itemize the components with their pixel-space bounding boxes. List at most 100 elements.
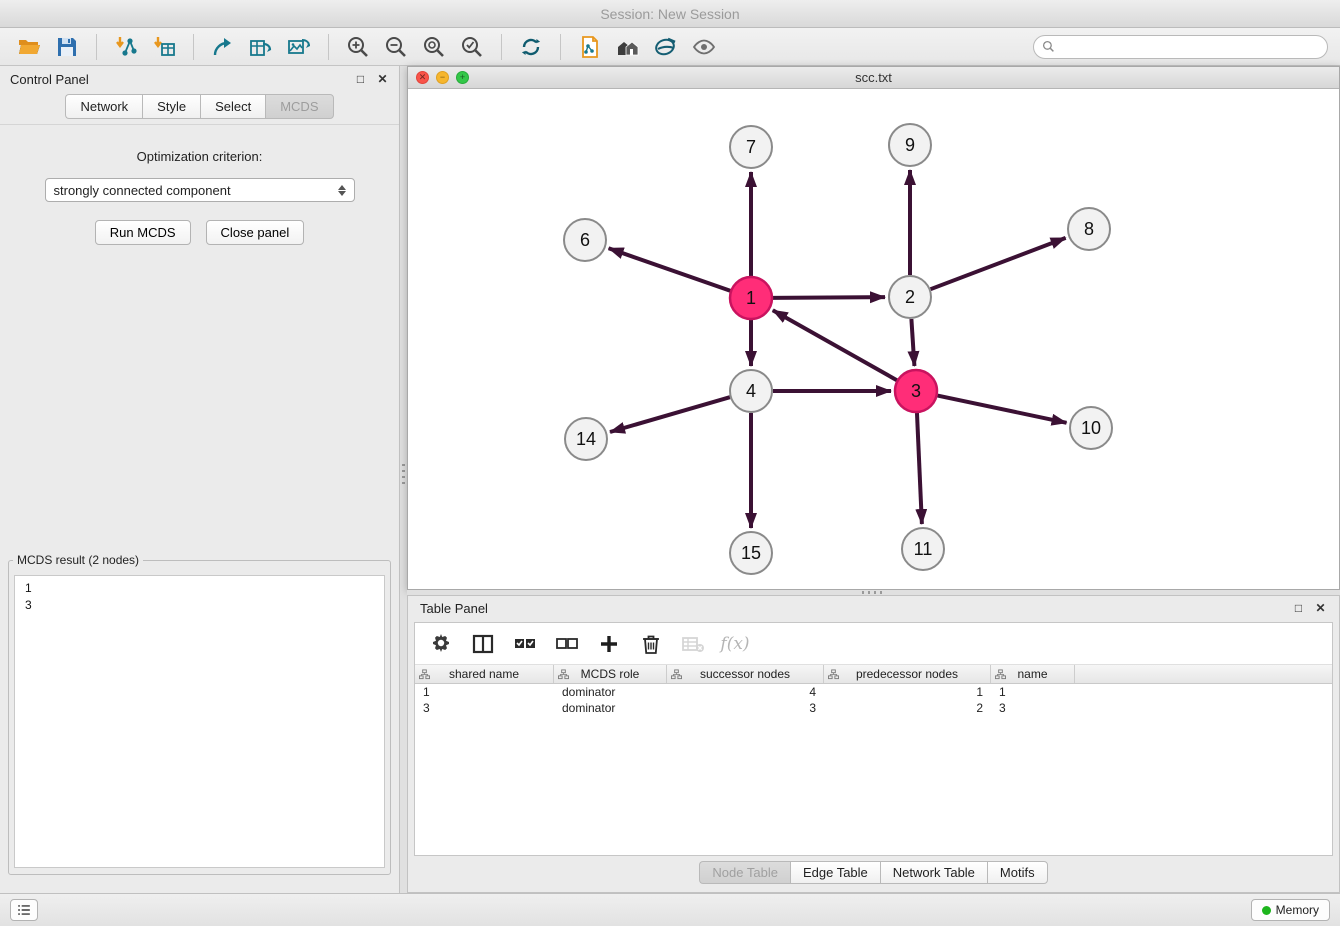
tab-network-table[interactable]: Network Table <box>880 861 987 884</box>
close-panel-button[interactable]: Close panel <box>206 220 305 245</box>
table-cell[interactable]: dominator <box>554 684 667 700</box>
import-table-button[interactable] <box>147 32 181 62</box>
tab-node-table[interactable]: Node Table <box>699 861 790 884</box>
graph-node-4[interactable]: 4 <box>730 370 772 412</box>
float-panel-icon[interactable]: □ <box>1292 602 1305 615</box>
open-session-button[interactable] <box>12 32 46 62</box>
style-brush-button[interactable] <box>649 32 683 62</box>
graph-edge-3-1[interactable] <box>773 310 897 380</box>
graph-node-7[interactable]: 7 <box>730 126 772 168</box>
table-row[interactable]: 1dominator411 <box>415 684 1332 700</box>
column-header-name[interactable]: name <box>991 665 1075 683</box>
memory-button[interactable]: Memory <box>1251 899 1330 921</box>
graph-node-9[interactable]: 9 <box>889 124 931 166</box>
eye-button[interactable] <box>687 32 721 62</box>
svg-text:10: 10 <box>1081 418 1101 438</box>
graph-node-6[interactable]: 6 <box>564 219 606 261</box>
network-window-titlebar[interactable]: ✕ − + scc.txt <box>408 67 1339 89</box>
graph-node-10[interactable]: 10 <box>1070 407 1112 449</box>
toolbar-search[interactable] <box>1033 35 1328 59</box>
close-panel-icon[interactable]: ✕ <box>376 73 389 86</box>
tab-style[interactable]: Style <box>142 94 200 119</box>
unselect-all-columns-button[interactable] <box>553 630 581 658</box>
maximize-window-icon[interactable]: + <box>456 71 469 84</box>
zoom-in-button[interactable] <box>341 32 375 62</box>
table-settings-button[interactable] <box>427 630 455 658</box>
column-header-predecessor-nodes[interactable]: predecessor nodes <box>824 665 991 683</box>
column-header-successor-nodes[interactable]: successor nodes <box>667 665 824 683</box>
graph-edge-3-11[interactable] <box>917 413 922 524</box>
column-type-icon <box>671 669 682 680</box>
graph-node-3[interactable]: 3 <box>895 370 937 412</box>
table-cell[interactable]: 2 <box>824 700 991 716</box>
show-panels-button[interactable] <box>10 899 38 921</box>
graph-edge-2-3[interactable] <box>911 319 914 366</box>
delete-column-button[interactable] <box>637 630 665 658</box>
table-cell[interactable]: dominator <box>554 700 667 716</box>
graph-edge-4-14[interactable] <box>610 397 730 432</box>
table-cell[interactable]: 1 <box>824 684 991 700</box>
table-cell[interactable]: 1 <box>415 684 554 700</box>
graph-node-8[interactable]: 8 <box>1068 208 1110 250</box>
import-network-button[interactable] <box>109 32 143 62</box>
run-mcds-button[interactable]: Run MCDS <box>95 220 191 245</box>
window-titlebar[interactable]: Session: New Session <box>0 0 1340 28</box>
export-table-button[interactable] <box>244 32 278 62</box>
main-toolbar <box>0 28 1340 66</box>
criterion-dropdown[interactable]: strongly connected component <box>45 178 355 202</box>
column-header-MCDS-role[interactable]: MCDS role <box>554 665 667 683</box>
graph-edge-1-2[interactable] <box>773 297 885 298</box>
save-session-button[interactable] <box>50 32 84 62</box>
zoom-selected-button[interactable] <box>455 32 489 62</box>
tab-network[interactable]: Network <box>65 94 142 119</box>
select-all-columns-button[interactable] <box>511 630 539 658</box>
graph-node-14[interactable]: 14 <box>565 418 607 460</box>
table-cell[interactable]: 3 <box>991 700 1075 716</box>
zoom-in-icon <box>346 35 370 59</box>
table-cell[interactable]: 3 <box>415 700 554 716</box>
show-columns-button[interactable] <box>469 630 497 658</box>
zoom-out-button[interactable] <box>379 32 413 62</box>
float-panel-icon[interactable]: □ <box>354 73 367 86</box>
graph-edge-1-6[interactable] <box>609 248 731 290</box>
control-panel-tabs: Network Style Select MCDS <box>0 92 399 119</box>
graph-edge-3-10[interactable] <box>938 396 1067 423</box>
table-cell[interactable]: 4 <box>667 684 824 700</box>
toolbar-separator <box>328 34 329 60</box>
tab-motifs[interactable]: Motifs <box>987 861 1048 884</box>
minimize-window-icon[interactable]: − <box>436 71 449 84</box>
refresh-layout-button[interactable] <box>514 32 548 62</box>
graph-node-1[interactable]: 1 <box>730 277 772 319</box>
network-graph-canvas[interactable]: 7 9 6 8 1 2 4 3 14 10 15 11 <box>408 89 1339 589</box>
svg-text:15: 15 <box>741 543 761 563</box>
graph-node-11[interactable]: 11 <box>902 528 944 570</box>
table-cell[interactable]: 1 <box>991 684 1075 700</box>
table-toolbar: f(x) <box>415 623 1332 665</box>
mcds-result-list[interactable]: 13 <box>14 575 385 868</box>
column-header-label: MCDS role <box>581 667 640 681</box>
graph-node-2[interactable]: 2 <box>889 276 931 318</box>
table-cell[interactable]: 3 <box>667 700 824 716</box>
close-window-icon[interactable]: ✕ <box>416 71 429 84</box>
export-network-button[interactable] <box>206 32 240 62</box>
tab-edge-table[interactable]: Edge Table <box>790 861 880 884</box>
control-panel-header: Control Panel □ ✕ <box>0 66 399 92</box>
vertical-splitter[interactable] <box>400 66 407 893</box>
network-canvas-container[interactable]: 7 9 6 8 1 2 4 3 14 10 15 11 <box>408 89 1339 589</box>
zoom-fit-button[interactable] <box>417 32 451 62</box>
tab-select[interactable]: Select <box>200 94 265 119</box>
graph-edge-2-8[interactable] <box>931 238 1066 289</box>
create-column-button[interactable] <box>595 630 623 658</box>
svg-text:1: 1 <box>746 288 756 308</box>
tab-mcds[interactable]: MCDS <box>265 94 333 119</box>
home-button[interactable] <box>611 32 645 62</box>
graph-node-15[interactable]: 15 <box>730 532 772 574</box>
search-input[interactable] <box>1060 40 1319 54</box>
clipboard-network-button[interactable] <box>573 32 607 62</box>
splitter-handle-icon <box>402 464 405 486</box>
table-row[interactable]: 3dominator323 <box>415 700 1332 716</box>
list-icon <box>17 904 31 916</box>
export-image-button[interactable] <box>282 32 316 62</box>
column-header-shared-name[interactable]: shared name <box>415 665 554 683</box>
close-panel-icon[interactable]: ✕ <box>1314 602 1327 615</box>
